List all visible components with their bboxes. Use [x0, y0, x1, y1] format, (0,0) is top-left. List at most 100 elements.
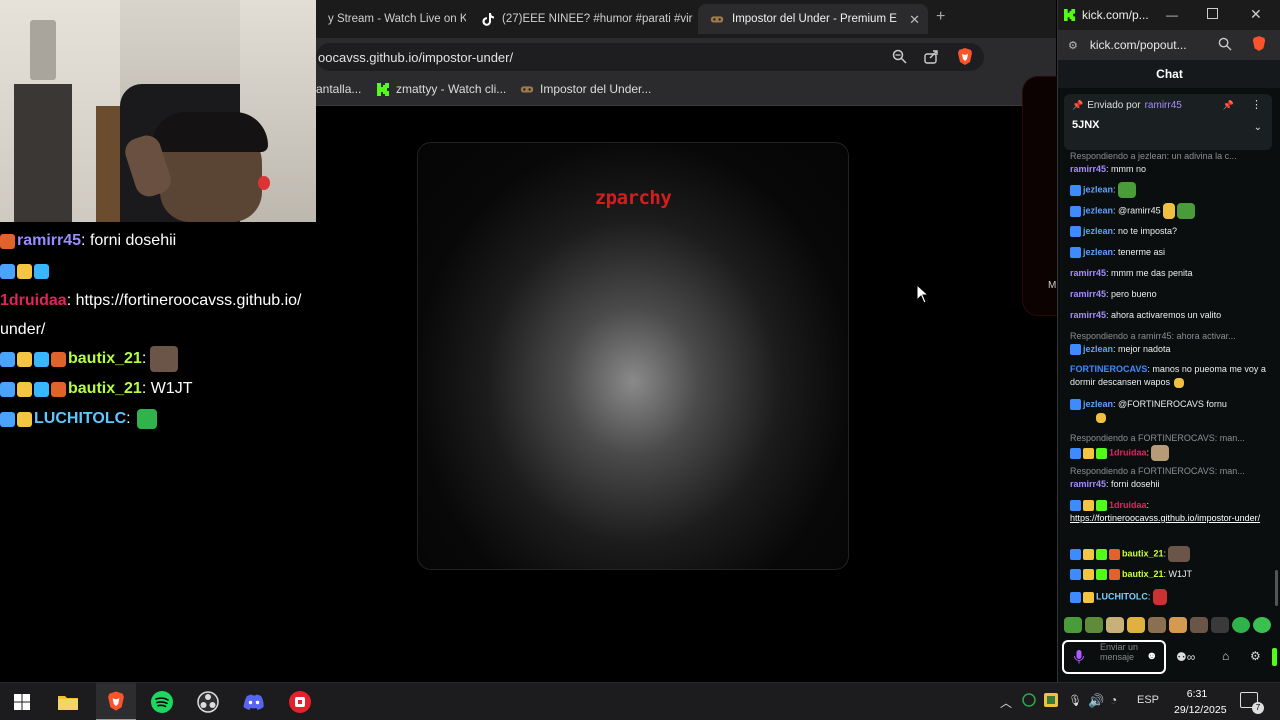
network-icon[interactable]: ◔ [1110, 693, 1117, 707]
emote-button[interactable] [1106, 617, 1124, 633]
chat-input[interactable]: Enviar un mensaje ☻ [1062, 640, 1166, 674]
site-settings-icon[interactable]: ⚙ [1068, 39, 1078, 52]
emote-button[interactable] [1190, 617, 1208, 633]
brave-shield-icon[interactable] [956, 47, 974, 65]
windows-start-icon[interactable] [2, 683, 42, 720]
kick-popout-window: kick.com/p... — ✕ ⚙ kick.com/popout... C… [1057, 0, 1280, 682]
emote-image [1096, 412, 1106, 423]
close-icon[interactable]: ✕ [1250, 6, 1262, 23]
emote-button[interactable] [1169, 617, 1187, 633]
discord-icon[interactable] [234, 683, 274, 720]
close-tab-icon[interactable]: ✕ [909, 12, 920, 28]
emoji-icon[interactable]: ☻ [1146, 650, 1158, 662]
reply-indicator: Respondiendo a FORTINEROCAVS: man... [1070, 466, 1245, 476]
people-icon[interactable]: ⚉∞ [1176, 650, 1195, 664]
chat-message[interactable]: ramirr45: mmm no [1070, 163, 1266, 176]
badge-icon [1070, 247, 1081, 259]
tab-tiktok[interactable]: (27)EEE NINEE? #humor #parati #vir [470, 4, 694, 34]
chat-message[interactable]: jezlean: no te imposta? [1070, 225, 1266, 238]
microphone-icon[interactable]: 🎙 [1068, 694, 1082, 707]
chat-text: : forni dosehii [81, 232, 177, 249]
emote-button[interactable] [1253, 617, 1271, 633]
microphone-icon[interactable] [1074, 650, 1084, 669]
chat-message[interactable]: jezlean: [1070, 182, 1266, 198]
obs-icon[interactable] [188, 683, 228, 720]
volume-icon[interactable]: 🔊 [1088, 693, 1104, 709]
new-tab-icon[interactable]: + [936, 8, 945, 26]
chevron-up-icon[interactable]: ︿ [1000, 694, 1012, 711]
chat-message[interactable]: ramirr45: forni dosehii [1070, 478, 1266, 491]
kick-icon [376, 82, 390, 96]
tab-impostor-del-under[interactable]: Impostor del Under - Premium E ✕ [698, 4, 928, 34]
settings-gear-icon[interactable]: ⚙ [1250, 649, 1261, 663]
emote-button[interactable] [1085, 617, 1103, 633]
overlay-chat-line: LUCHITOLC : [0, 404, 340, 434]
bookmark-impostor[interactable]: Impostor del Under... [520, 82, 651, 96]
zoom-icon[interactable] [1218, 37, 1232, 56]
chat-username: 1druidaa [0, 292, 67, 309]
chat-scrollbar[interactable] [1275, 570, 1278, 606]
send-indicator[interactable] [1272, 648, 1277, 666]
chat-message[interactable]: jezlean: @FORTINEROCAVS fornu [1070, 398, 1266, 424]
emote-button[interactable] [1211, 617, 1229, 633]
emote-image [1174, 377, 1185, 388]
chat-message[interactable]: FORTINEROCAVS: manos no pueoma me voy a … [1070, 363, 1266, 389]
minimize-icon[interactable]: — [1166, 8, 1178, 22]
chat-message[interactable]: ramirr45: pero bueno [1070, 288, 1266, 301]
overlay-chat-line: under/ [0, 316, 340, 344]
game-card[interactable]: zparchy [417, 142, 849, 570]
clock-date: 29/12/2025 [1174, 704, 1227, 716]
chevron-down-icon[interactable]: ⌄ [1254, 122, 1262, 133]
chat-message[interactable]: ramirr45: ahora activaremos un valito [1070, 309, 1266, 322]
brave-icon[interactable] [96, 683, 136, 720]
tab-label: (27)EEE NINEE? #humor #parati #vir [502, 13, 693, 25]
emote-button[interactable] [1064, 617, 1082, 633]
gift-icon[interactable]: ⌂ [1222, 649, 1229, 663]
notification-count-badge: 7 [1252, 702, 1264, 714]
file-explorer-icon[interactable] [48, 683, 88, 720]
chat-message[interactable]: LUCHITOLC: [1070, 589, 1266, 605]
maximize-icon[interactable] [1207, 8, 1218, 19]
chat-message[interactable]: jezlean: mejor nadota [1070, 343, 1266, 356]
app-red-icon[interactable] [280, 683, 320, 720]
more-options-icon[interactable]: ⋮ [1251, 98, 1262, 111]
kick-titlebar: kick.com/p... — ✕ [1058, 0, 1280, 30]
overlay-chat-line: bautix_21 : [0, 344, 340, 374]
chat-message[interactable]: jezlean: tenerme asi [1070, 246, 1266, 259]
chat-text: : [141, 350, 147, 367]
url-input[interactable]: oocavss.github.io/impostor-under/ [316, 43, 984, 71]
pin-toggle-icon[interactable]: 📌 [1223, 100, 1234, 111]
badge-icon [1083, 548, 1094, 560]
chat-message[interactable]: bautix_21: [1070, 546, 1266, 562]
reply-indicator: Respondiendo a ramirr45: ahora activar..… [1070, 331, 1236, 341]
bookmark-pantalla[interactable]: antalla... [316, 82, 361, 96]
chat-message[interactable]: bautix_21: W1JT [1070, 568, 1266, 581]
spotify-icon[interactable] [142, 683, 182, 720]
chat-message[interactable]: 1druidaa: [1070, 445, 1266, 461]
brave-shield-icon[interactable] [1252, 36, 1266, 56]
tab-kick-stream[interactable]: y Stream - Watch Live on K [316, 4, 466, 34]
language-indicator[interactable]: ESP [1137, 694, 1159, 706]
sword-badge-icon [0, 351, 15, 367]
chat-link[interactable]: https://fortineroocavss.github.io/impost… [1070, 512, 1266, 525]
windows-taskbar: ︿ 🎙 🔊 ◔ ESP 6:31 29/12/2025 7 [0, 682, 1280, 720]
game-title: zparchy [594, 187, 672, 209]
zoom-icon[interactable] [890, 47, 908, 65]
clock[interactable]: 6:31 29/12/2025 [1174, 686, 1227, 718]
tray-app-icon[interactable] [1044, 693, 1058, 710]
emote-button[interactable] [1232, 617, 1250, 633]
kick-url[interactable]: kick.com/popout... [1090, 38, 1187, 52]
pinned-message[interactable]: 📌 Enviado por ramirr45 5JNX 📌 ⋮ ⌄ [1064, 94, 1272, 150]
emote-button[interactable] [1148, 617, 1166, 633]
emote-button[interactable] [1127, 617, 1145, 633]
chat-message[interactable]: ramirr45: mmm me das penita [1070, 267, 1266, 280]
tray-app-icon[interactable] [1022, 693, 1036, 710]
chat-message[interactable]: jezlean: @ramirr45 [1070, 203, 1266, 219]
chat-message[interactable]: 1druidaa: [1070, 499, 1266, 512]
tab-label: Impostor del Under - Premium E [732, 13, 897, 25]
cube-badge-icon [34, 381, 49, 397]
share-icon[interactable] [922, 47, 940, 65]
badge-icon [1070, 344, 1081, 356]
bookmark-zmattyy[interactable]: zmattyy - Watch cli... [376, 82, 506, 96]
emote-image [150, 346, 179, 372]
